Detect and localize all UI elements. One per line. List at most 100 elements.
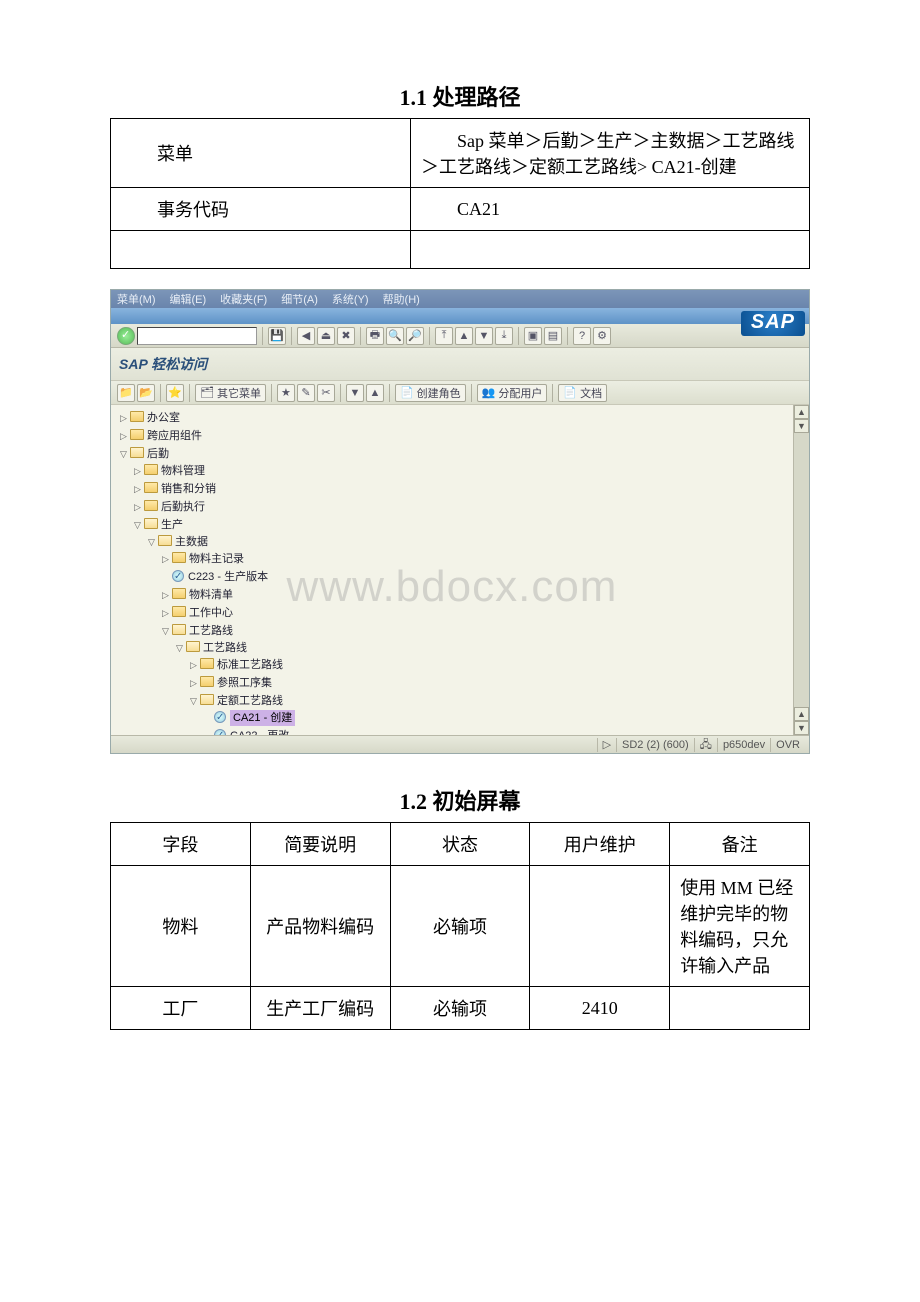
expand-triangle-icon[interactable]: ▷	[161, 551, 170, 567]
expand-triangle-icon[interactable]: ▽	[175, 640, 184, 656]
save-icon[interactable]: 💾	[268, 327, 286, 345]
folder-icon	[130, 429, 144, 440]
folder-icon	[144, 500, 158, 511]
expand-triangle-icon[interactable]: ▽	[119, 446, 128, 462]
tree-node[interactable]: CA21 - 创建	[203, 709, 787, 727]
tree-node-label: 工艺路线	[189, 625, 233, 637]
documentation-button[interactable]: 📄 文档	[558, 384, 607, 402]
exit-icon[interactable]: ⏏	[317, 327, 335, 345]
move-down-icon[interactable]: ▼	[346, 384, 364, 402]
expand-triangle-icon[interactable]: ▽	[133, 517, 142, 533]
menu-item[interactable]: 收藏夹(F)	[220, 291, 267, 307]
screen-title: SAP 轻松访问	[111, 348, 809, 381]
folder-open-icon	[130, 447, 144, 458]
menu-item[interactable]: 细节(A)	[281, 291, 318, 307]
expand-triangle-icon[interactable]: ▷	[133, 463, 142, 479]
transaction-icon	[214, 729, 226, 735]
enter-icon[interactable]	[117, 327, 135, 345]
shortcut-icon[interactable]: ▤	[544, 327, 562, 345]
tree-node[interactable]: ▽后勤▷物料管理▷销售和分销▷后勤执行▽生产▽主数据▷物料主记录C223 - 生…	[119, 445, 787, 735]
find-next-icon[interactable]: 🔎	[406, 327, 424, 345]
tree-node[interactable]: ▷物料管理	[133, 462, 787, 480]
tree-node[interactable]: ▷物料主记录	[161, 550, 787, 568]
scroll-up-icon[interactable]: ▲	[794, 405, 809, 419]
expand-triangle-icon[interactable]: ▷	[119, 428, 128, 444]
expand-triangle-icon[interactable]: ▷	[133, 481, 142, 497]
expand-triangle-icon[interactable]: ▽	[189, 693, 198, 709]
nav-up-icon[interactable]: 📁	[117, 384, 135, 402]
tree-node[interactable]: C223 - 生产版本	[161, 568, 787, 586]
tree-node-label: 办公室	[147, 412, 180, 424]
folder-icon	[200, 676, 214, 687]
scroll-up2-icon[interactable]: ▲	[794, 707, 809, 721]
next-page-icon[interactable]: ▼	[475, 327, 493, 345]
tree-node[interactable]: ▽定额工艺路线CA21 - 创建CA22 - 更改CA23 - 显示	[189, 692, 787, 735]
tree-node[interactable]: ▷工作中心	[161, 604, 787, 622]
last-page-icon[interactable]: ⤓	[495, 327, 513, 345]
command-field[interactable]	[137, 327, 257, 345]
sap-menu-tree[interactable]: ▷ 办公室 ▷跨应用组件▽后勤▷物料管理▷销售和分销▷后勤执行▽生产▽主数据▷物料主…	[111, 405, 793, 735]
scroll-down-icon[interactable]: ▼	[794, 419, 809, 433]
fav-del-icon[interactable]: ✎	[297, 384, 315, 402]
scroll-down2-icon[interactable]: ▼	[794, 721, 809, 735]
tree-node[interactable]: ▷销售和分销	[133, 480, 787, 498]
tree-node-label: C223 - 生产版本	[188, 571, 268, 583]
favorites-icon[interactable]: ⭐	[166, 384, 184, 402]
transaction-icon	[172, 570, 184, 582]
expand-triangle-icon[interactable]: ▷	[161, 587, 170, 603]
standard-toolbar: 💾 ◀ ⏏ ✖ 🖶 🔍 🔎 ⤒ ▲ ▼ ⤓ ▣ ▤ ? ⚙	[111, 324, 809, 348]
tree-node[interactable]: CA22 - 更改	[203, 727, 787, 735]
layout-icon[interactable]: ⚙	[593, 327, 611, 345]
expand-triangle-icon[interactable]: ▷	[119, 410, 128, 426]
section-1-1-heading: 1.1 处理路径	[60, 80, 860, 112]
back-icon[interactable]: ◀	[297, 327, 315, 345]
expand-triangle-icon[interactable]: ▷	[133, 499, 142, 515]
first-page-icon[interactable]: ⤒	[435, 327, 453, 345]
menu-item[interactable]: 帮助(H)	[383, 291, 420, 307]
fav-change-icon[interactable]: ✂	[317, 384, 335, 402]
menu-item[interactable]: 编辑(E)	[170, 291, 207, 307]
tree-node-label: 工艺路线	[203, 642, 247, 654]
find-icon[interactable]: 🔍	[386, 327, 404, 345]
other-menu-button[interactable]: 🗂 其它菜单	[195, 384, 266, 402]
tree-node[interactable]: ▽ 工艺路线 ▽ 工艺路线 ▷标准工艺路线▷参照工序集▽定额工艺路线CA21 - 创建C…	[161, 622, 787, 735]
help-icon[interactable]: ?	[573, 327, 591, 345]
expand-triangle-icon[interactable]: ▷	[189, 657, 198, 673]
print-icon[interactable]: 🖶	[366, 327, 384, 345]
tree-node[interactable]: ▷标准工艺路线	[189, 656, 787, 674]
tree-node[interactable]: ▷跨应用组件	[119, 427, 787, 445]
menu-item[interactable]: 系统(Y)	[332, 291, 369, 307]
expand-triangle-icon[interactable]: ▽	[147, 534, 156, 550]
expand-triangle-icon[interactable]: ▽	[161, 623, 170, 639]
row-tcode-value: CA21	[411, 188, 810, 231]
cell	[670, 987, 810, 1030]
assign-user-button[interactable]: 👥 分配用户	[477, 384, 548, 402]
nav-fav-icon[interactable]: 📂	[137, 384, 155, 402]
status-ovr: OVR	[770, 738, 805, 752]
table-row: 物料 产品物料编码 必输项 使用 MM 已经维护完毕的物料编码，只允许输入产品	[111, 866, 810, 987]
prev-page-icon[interactable]: ▲	[455, 327, 473, 345]
tree-node[interactable]: ▷参照工序集	[189, 674, 787, 692]
tree-node[interactable]: ▷ 办公室	[119, 409, 787, 427]
tree-node[interactable]: ▷物料清单	[161, 586, 787, 604]
sap-gui-window: 菜单(M) 编辑(E) 收藏夹(F) 细节(A) 系统(Y) 帮助(H) SAP…	[110, 289, 810, 754]
menu-item[interactable]: 菜单(M)	[117, 291, 156, 307]
tree-node[interactable]: ▽生产▽主数据▷物料主记录C223 - 生产版本▷物料清单▷工作中心▽工艺路线▽…	[133, 516, 787, 735]
create-role-button[interactable]: 📄 创建角色	[395, 384, 466, 402]
cell: 工厂	[111, 987, 251, 1030]
tree-scrollbar[interactable]: ▲ ▼ ▲ ▼	[793, 405, 809, 735]
transaction-icon	[214, 711, 226, 723]
fav-add-icon[interactable]: ★	[277, 384, 295, 402]
tree-node[interactable]: ▷后勤执行	[133, 498, 787, 516]
cancel-icon[interactable]: ✖	[337, 327, 355, 345]
folder-open-icon	[172, 624, 186, 635]
tree-node[interactable]: ▽ 工艺路线 ▷标准工艺路线▷参照工序集▽定额工艺路线CA21 - 创建CA22 -…	[175, 639, 787, 735]
status-system: SD2 (2) (600)	[616, 738, 694, 752]
tree-node[interactable]: ▽主数据▷物料主记录C223 - 生产版本▷物料清单▷工作中心▽工艺路线▽工艺路…	[147, 533, 787, 735]
expand-triangle-icon[interactable]: ▷	[189, 675, 198, 691]
th-brief: 简要说明	[250, 823, 390, 866]
folder-icon	[200, 658, 214, 669]
new-session-icon[interactable]: ▣	[524, 327, 542, 345]
expand-triangle-icon[interactable]: ▷	[161, 605, 170, 621]
move-up-icon[interactable]: ▲	[366, 384, 384, 402]
